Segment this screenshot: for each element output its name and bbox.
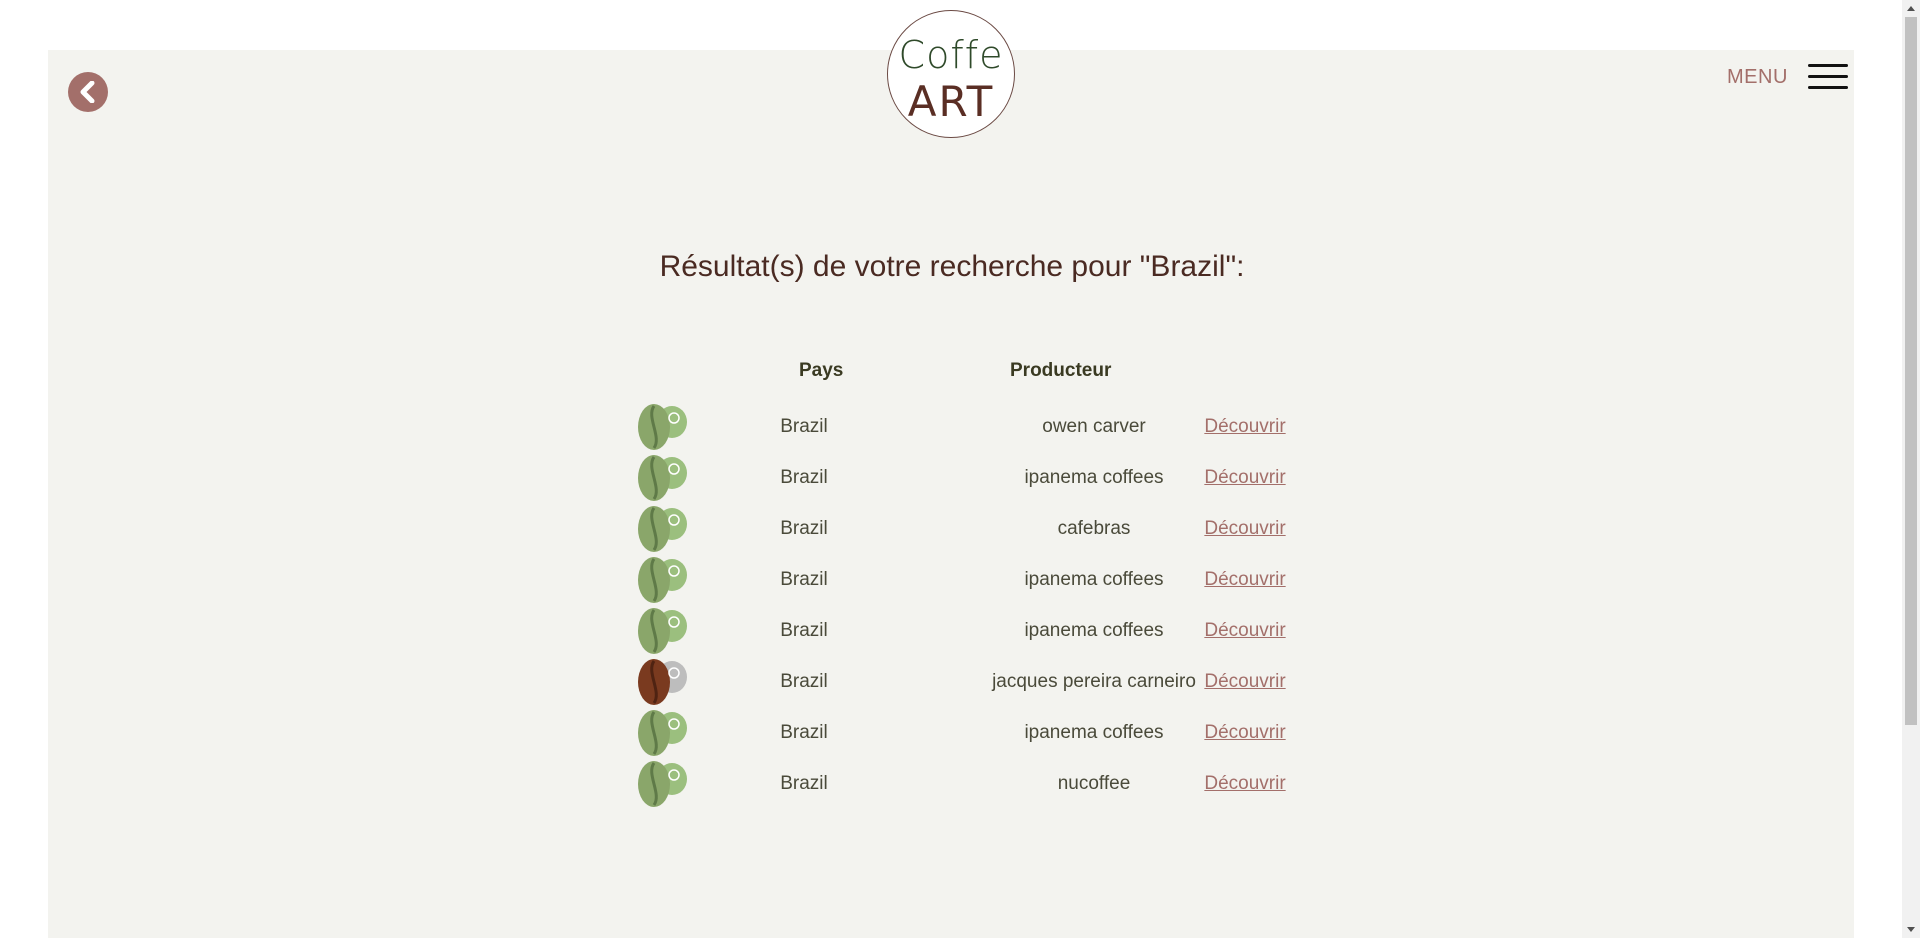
discover-link[interactable]: Découvrir [1200, 518, 1290, 540]
table-row: Brazil ipanema coffees Découvrir [634, 555, 1294, 606]
discover-link[interactable]: Découvrir [1200, 773, 1290, 795]
cell-producer: ipanema coffees [1024, 467, 1164, 488]
table-row: Brazil nucoffee Découvrir [634, 759, 1294, 810]
cell-country: Brazil [780, 773, 828, 794]
cell-country: Brazil [780, 518, 828, 539]
table-row: Brazil jacques pereira carneiro Découvrir [634, 657, 1294, 708]
cell-country: Brazil [780, 671, 828, 692]
coffee-bean-icon [634, 504, 690, 554]
discover-link[interactable]: Découvrir [1200, 416, 1290, 438]
coffee-bean-icon [634, 606, 690, 656]
scrollbar-thumb[interactable] [1905, 17, 1917, 725]
menu-toggle[interactable]: MENU [1727, 64, 1848, 90]
coffee-bean-icon [634, 555, 690, 605]
table-row: Brazil ipanema coffees Découvrir [634, 708, 1294, 759]
logo-bottom-word: ART [907, 77, 995, 126]
discover-link[interactable]: Découvrir [1200, 467, 1290, 489]
cell-producer: jacques pereira carneiro [992, 671, 1196, 692]
discover-link[interactable]: Découvrir [1200, 722, 1290, 744]
coffee-bean-icon [634, 657, 690, 707]
logo-top-word: Coffe [898, 33, 1004, 77]
scroll-up-icon[interactable] [1902, 0, 1920, 17]
coffe-art-logo[interactable]: Coffe ART [887, 10, 1015, 138]
page-title: Résultat(s) de votre recherche pour "Bra… [659, 250, 1245, 283]
coffee-bean-icon [634, 402, 690, 452]
column-header-country: Pays [799, 360, 844, 381]
back-button[interactable] [68, 72, 108, 112]
scroll-down-icon[interactable] [1902, 921, 1920, 938]
coffee-bean-icon [634, 708, 690, 758]
cell-producer: ipanema coffees [1024, 620, 1164, 641]
table-row: Brazil ipanema coffees Découvrir [634, 453, 1294, 504]
cell-country: Brazil [780, 569, 828, 590]
chevron-left-icon [80, 81, 95, 103]
table-row: Brazil ipanema coffees Découvrir [634, 606, 1294, 657]
cell-country: Brazil [780, 722, 828, 743]
hamburger-icon[interactable] [1807, 64, 1848, 90]
table-row: Brazil cafebras Découvrir [634, 504, 1294, 555]
column-header-producer: Producteur [1010, 360, 1112, 381]
coffee-bean-icon [634, 453, 690, 503]
cell-producer: ipanema coffees [1024, 569, 1164, 590]
cell-country: Brazil [780, 620, 828, 641]
vertical-scrollbar[interactable] [1902, 0, 1920, 938]
cell-country: Brazil [780, 467, 828, 488]
table-row: Brazil owen carver Découvrir [634, 402, 1294, 453]
cell-country: Brazil [780, 416, 828, 437]
discover-link[interactable]: Découvrir [1200, 569, 1290, 591]
cell-producer: owen carver [1042, 416, 1146, 437]
menu-label: MENU [1727, 65, 1788, 88]
cell-producer: nucoffee [1057, 773, 1131, 794]
cell-producer: ipanema coffees [1024, 722, 1164, 743]
discover-link[interactable]: Découvrir [1200, 620, 1290, 642]
cell-producer: cafebras [1057, 518, 1131, 539]
coffee-bean-icon [634, 759, 690, 809]
discover-link[interactable]: Découvrir [1200, 671, 1290, 693]
